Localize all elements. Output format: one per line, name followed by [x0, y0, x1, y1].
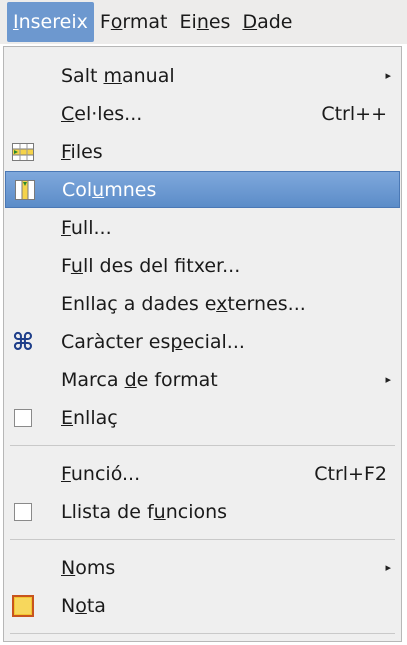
menu-item-enllac[interactable]: Enllaç [4, 399, 401, 436]
menu-item-celles[interactable]: Cel·les... Ctrl++ [4, 95, 401, 132]
menu-separator [10, 539, 395, 540]
shortcut-label: Ctrl++ [321, 102, 387, 125]
menu-item-noms[interactable]: Noms ▸ [4, 549, 401, 586]
menu-insereix[interactable]: Insereix [7, 2, 94, 42]
menu-item-columnes[interactable]: Columnes [5, 171, 400, 208]
menu-separator [10, 445, 395, 446]
menu-item-full[interactable]: Full... [4, 209, 401, 246]
submenu-arrow-icon: ▸ [385, 69, 391, 82]
menu-item-salt-manual[interactable]: Salt manual ▸ [4, 57, 401, 94]
menu-item-enllac-dades-externes[interactable]: Enllaç a dades externes... [4, 285, 401, 322]
insert-columns-icon [14, 179, 36, 201]
menu-eines[interactable]: Ei n es [174, 2, 237, 42]
menu-separator [10, 633, 395, 634]
menu-format[interactable]: Fo rmat [94, 2, 174, 42]
menu-item-llista-de-funcions[interactable]: Llista de funcions [4, 493, 401, 530]
menu-bar: Insereix Fo rmat Ei n es Dade [0, 0, 407, 44]
note-icon [12, 594, 34, 617]
insert-rows-icon [12, 141, 34, 163]
shortcut-label: Ctrl+F2 [314, 462, 387, 485]
submenu-arrow-icon: ▸ [385, 561, 391, 574]
insert-dropdown-menu: Salt manual ▸ Cel·les... Ctrl++ Files Co… [3, 46, 402, 642]
menu-item-files[interactable]: Files [4, 133, 401, 170]
menu-item-full-des-del-fitxer[interactable]: Full des del fitxer... [4, 247, 401, 284]
menu-item-nota[interactable]: Nota [4, 587, 401, 624]
function-list-checkbox-icon [14, 502, 32, 521]
menu-item-funcio[interactable]: Funció... Ctrl+F2 [4, 455, 401, 492]
hyperlink-checkbox-icon [14, 408, 32, 427]
submenu-arrow-icon: ▸ [385, 373, 391, 386]
menu-dades[interactable]: Dade [236, 2, 298, 42]
special-character-icon: ⌘ [11, 327, 35, 356]
menu-item-caracter-especial[interactable]: ⌘ Caràcter especial... [4, 323, 401, 360]
menu-item-marca-de-format[interactable]: Marca de format ▸ [4, 361, 401, 398]
